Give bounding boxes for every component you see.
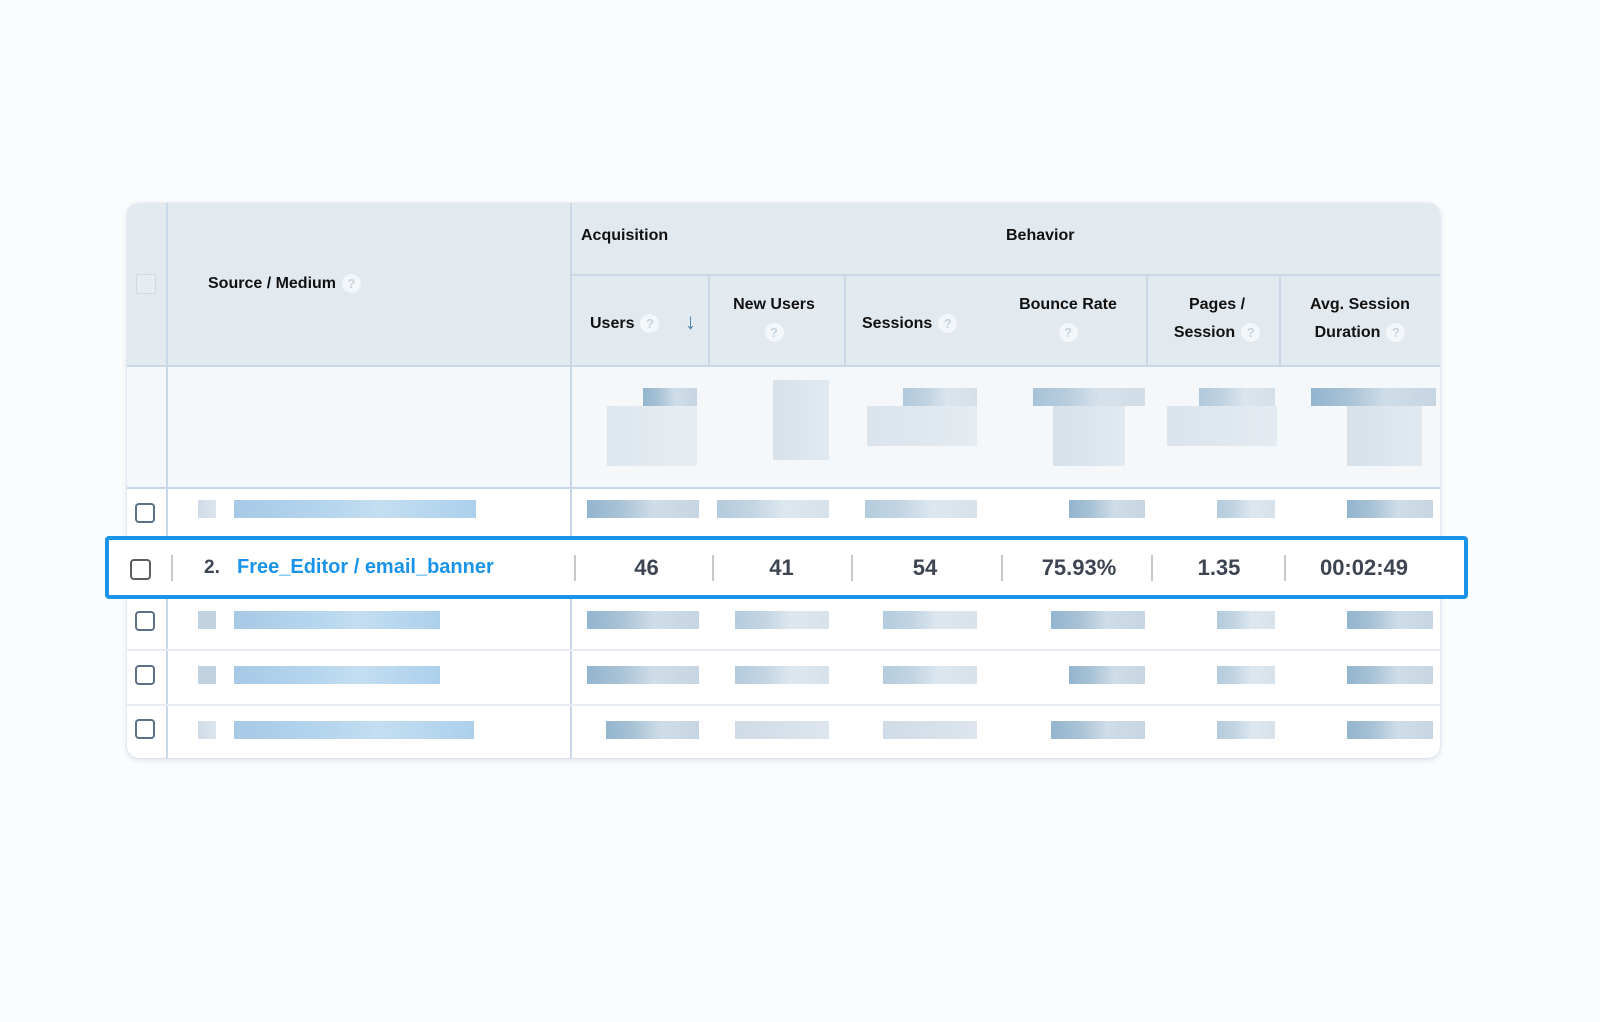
divider xyxy=(1151,555,1153,581)
obscured-value xyxy=(1199,388,1275,406)
row-rank: 2. xyxy=(204,557,220,578)
select-all-checkbox[interactable] xyxy=(136,274,156,294)
obscured-value xyxy=(1311,388,1436,406)
obscured-value xyxy=(1347,666,1433,684)
divider xyxy=(171,555,173,581)
obscured-value xyxy=(883,611,977,629)
obscured-value xyxy=(903,388,977,406)
avg-session-duration-value: 00:02:49 xyxy=(1319,555,1409,580)
column-header-sessions[interactable]: Sessions? xyxy=(862,310,958,338)
obscured-value xyxy=(1347,721,1433,739)
obscured-link[interactable] xyxy=(234,666,440,684)
sort-descending-icon[interactable]: ↓ xyxy=(685,309,696,335)
obscured-rank xyxy=(198,611,216,629)
obscured-link[interactable] xyxy=(234,611,440,629)
obscured-value xyxy=(735,666,829,684)
obscured-value xyxy=(865,500,977,518)
obscured-value xyxy=(867,406,977,446)
pages-per-session-value: 1.35 xyxy=(1197,555,1241,580)
help-icon[interactable]: ? xyxy=(938,314,958,334)
divider xyxy=(1279,275,1281,366)
obscured-value xyxy=(1217,500,1275,518)
help-icon[interactable]: ? xyxy=(764,323,784,343)
row-checkbox[interactable] xyxy=(135,719,155,739)
divider xyxy=(1146,275,1148,366)
help-icon[interactable]: ? xyxy=(342,274,362,294)
highlighted-table-row[interactable]: 2. Free_Editor / email_banner 46 41 54 7… xyxy=(105,536,1468,599)
obscured-value xyxy=(1167,406,1277,446)
table-header: Source / Medium? Acquisition Behavior Us… xyxy=(127,203,1440,366)
obscured-value xyxy=(883,666,977,684)
bounce-rate-value: 75.93% xyxy=(1041,555,1117,580)
divider xyxy=(127,704,1440,706)
column-header-new-users[interactable]: New Users ? xyxy=(709,291,839,347)
divider xyxy=(166,203,168,758)
divider xyxy=(570,203,572,758)
analytics-table: Source / Medium? Acquisition Behavior Us… xyxy=(127,203,1440,758)
obscured-value xyxy=(643,388,697,406)
divider xyxy=(127,365,1440,367)
divider xyxy=(127,487,1440,489)
group-header-acquisition: Acquisition xyxy=(581,227,669,244)
obscured-rank xyxy=(198,500,216,518)
divider xyxy=(127,649,1440,651)
obscured-value xyxy=(1347,500,1433,518)
row-checkbox[interactable] xyxy=(130,559,151,580)
obscured-value xyxy=(1053,406,1125,466)
obscured-value xyxy=(1217,666,1275,684)
obscured-value xyxy=(883,721,977,739)
row-checkbox[interactable] xyxy=(135,503,155,523)
row-checkbox[interactable] xyxy=(135,611,155,631)
help-icon[interactable]: ? xyxy=(1241,323,1261,343)
obscured-value xyxy=(735,611,829,629)
obscured-value xyxy=(606,721,699,739)
divider xyxy=(844,275,846,366)
obscured-value xyxy=(1217,721,1275,739)
column-header-avg-session-duration[interactable]: Avg. Session Duration? xyxy=(1285,291,1435,347)
divider xyxy=(851,555,853,581)
obscured-value xyxy=(587,666,699,684)
obscured-value xyxy=(1347,406,1422,466)
group-header-behavior: Behavior xyxy=(1006,227,1075,244)
divider xyxy=(571,274,1440,276)
obscured-value xyxy=(717,500,829,518)
obscured-value xyxy=(1051,611,1145,629)
obscured-rank xyxy=(198,666,216,684)
help-icon[interactable]: ? xyxy=(1058,323,1078,343)
column-header-users[interactable]: Users? xyxy=(590,310,660,338)
sessions-value: 54 xyxy=(912,555,938,580)
divider xyxy=(1284,555,1286,581)
obscured-value xyxy=(1069,500,1145,518)
obscured-link[interactable] xyxy=(234,500,476,518)
obscured-rank xyxy=(198,721,216,739)
divider xyxy=(574,555,576,581)
source-medium-link[interactable]: Free_Editor / email_banner xyxy=(237,556,494,579)
obscured-link[interactable] xyxy=(234,721,474,739)
obscured-value xyxy=(1051,721,1145,739)
column-header-source-medium[interactable]: Source / Medium? xyxy=(208,270,362,298)
obscured-value xyxy=(587,500,699,518)
obscured-value xyxy=(773,380,829,460)
row-checkbox[interactable] xyxy=(135,665,155,685)
obscured-value xyxy=(607,406,697,466)
obscured-value xyxy=(1033,388,1145,406)
help-icon[interactable]: ? xyxy=(1386,323,1406,343)
users-value: 46 xyxy=(634,555,659,580)
obscured-value xyxy=(587,611,699,629)
column-header-bounce-rate[interactable]: Bounce Rate ? xyxy=(998,291,1138,347)
obscured-value xyxy=(735,721,829,739)
column-header-pages-per-session[interactable]: Pages / Session? xyxy=(1147,291,1287,347)
obscured-value xyxy=(1069,666,1145,684)
new-users-value: 41 xyxy=(769,555,794,580)
totals-row xyxy=(127,366,1440,488)
obscured-value xyxy=(1347,611,1433,629)
divider xyxy=(1001,555,1003,581)
help-icon[interactable]: ? xyxy=(640,314,660,334)
obscured-value xyxy=(1217,611,1275,629)
divider xyxy=(708,275,710,366)
